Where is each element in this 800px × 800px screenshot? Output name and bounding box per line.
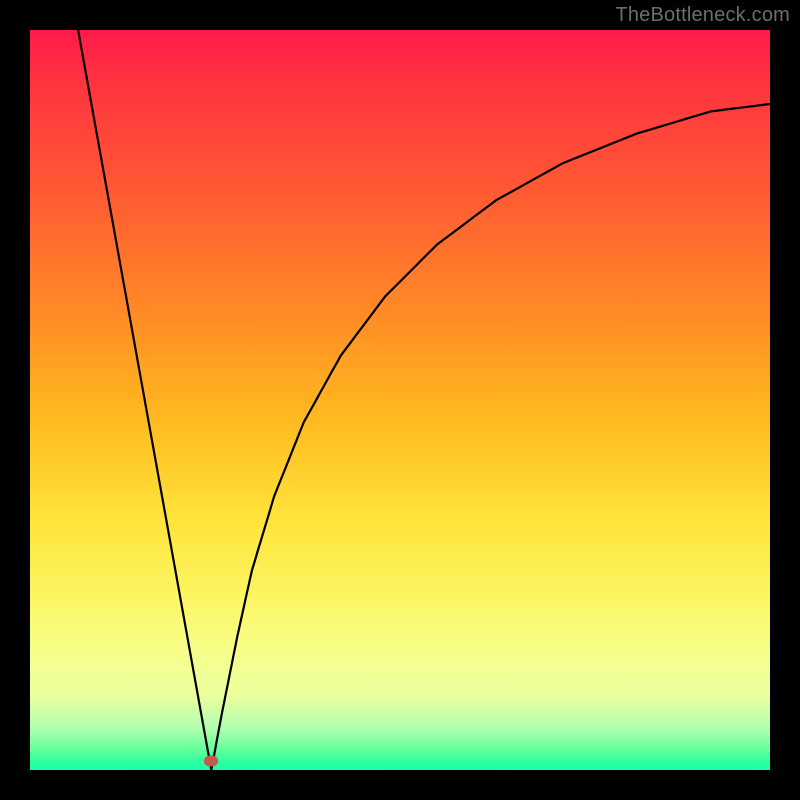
curve-layer [30,30,770,770]
bottleneck-marker [204,756,218,767]
curve-left [78,30,211,770]
curve-right [211,104,770,770]
plot-area [30,30,770,770]
watermark-text: TheBottleneck.com [615,4,790,27]
chart-frame: TheBottleneck.com [0,0,800,800]
